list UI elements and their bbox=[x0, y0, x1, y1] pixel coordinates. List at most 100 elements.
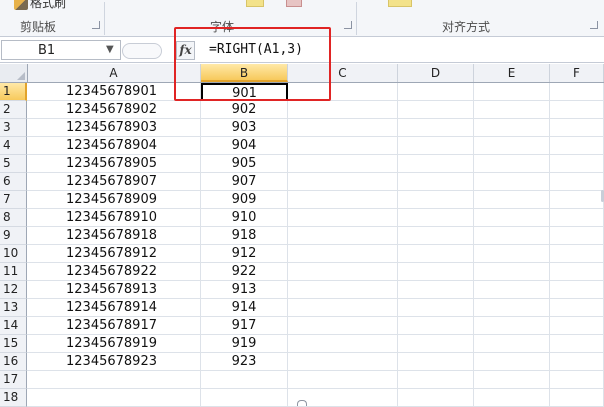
cell-empty[interactable] bbox=[288, 353, 398, 371]
highlight-color-swatch[interactable] bbox=[246, 0, 264, 7]
cell-empty[interactable] bbox=[474, 119, 550, 137]
cell-empty[interactable] bbox=[550, 155, 604, 173]
cell-empty[interactable] bbox=[288, 191, 398, 209]
cell-a[interactable]: 12345678904 bbox=[27, 137, 201, 155]
cell-empty[interactable] bbox=[398, 173, 474, 191]
cell-empty[interactable] bbox=[288, 371, 398, 389]
cell-empty[interactable] bbox=[398, 227, 474, 245]
cell-a[interactable]: 12345678918 bbox=[27, 227, 201, 245]
row-header[interactable]: 18 bbox=[0, 389, 27, 407]
column-header-d[interactable]: D bbox=[398, 64, 474, 82]
cell-empty[interactable] bbox=[474, 173, 550, 191]
chevron-down-icon[interactable]: ▼ bbox=[106, 44, 114, 55]
cell-b[interactable]: 919 bbox=[201, 335, 288, 353]
cell-empty[interactable] bbox=[550, 101, 604, 119]
cell-b[interactable]: 903 bbox=[201, 119, 288, 137]
cell-empty[interactable] bbox=[474, 389, 550, 407]
cell-empty[interactable] bbox=[398, 299, 474, 317]
cell-empty[interactable] bbox=[474, 335, 550, 353]
cell-empty[interactable] bbox=[288, 299, 398, 317]
cell-empty[interactable] bbox=[398, 191, 474, 209]
cell-empty[interactable] bbox=[474, 299, 550, 317]
cell-b[interactable]: 902 bbox=[201, 101, 288, 119]
cell-empty[interactable] bbox=[288, 335, 398, 353]
scroll-handle[interactable] bbox=[297, 400, 307, 406]
cell-empty[interactable] bbox=[398, 317, 474, 335]
row-header[interactable]: 10 bbox=[0, 245, 27, 263]
cell-empty[interactable] bbox=[550, 209, 604, 227]
cell-a[interactable]: 12345678917 bbox=[27, 317, 201, 335]
alignment-launcher-icon[interactable] bbox=[590, 21, 598, 29]
row-header[interactable]: 12 bbox=[0, 281, 27, 299]
cell-a[interactable]: 12345678922 bbox=[27, 263, 201, 281]
cell-empty[interactable] bbox=[474, 263, 550, 281]
row-header[interactable]: 15 bbox=[0, 335, 27, 353]
cell-empty[interactable] bbox=[550, 299, 604, 317]
cell-empty[interactable] bbox=[398, 353, 474, 371]
cell-empty[interactable] bbox=[550, 281, 604, 299]
cell-empty[interactable] bbox=[398, 245, 474, 263]
cell-b[interactable]: 904 bbox=[201, 137, 288, 155]
cell-empty[interactable] bbox=[288, 245, 398, 263]
row-header[interactable]: 7 bbox=[0, 191, 27, 209]
cell-empty[interactable] bbox=[550, 119, 604, 137]
cell-a[interactable] bbox=[27, 389, 201, 407]
cell-empty[interactable] bbox=[550, 389, 604, 407]
cell-empty[interactable] bbox=[398, 263, 474, 281]
cell-empty[interactable] bbox=[474, 191, 550, 209]
font-launcher-icon[interactable] bbox=[344, 21, 352, 29]
cell-empty[interactable] bbox=[550, 371, 604, 389]
row-header[interactable]: 16 bbox=[0, 353, 27, 371]
cell-empty[interactable] bbox=[288, 227, 398, 245]
cell-empty[interactable] bbox=[288, 137, 398, 155]
cell-empty[interactable] bbox=[550, 245, 604, 263]
cell-a[interactable]: 12345678909 bbox=[27, 191, 201, 209]
cell-b[interactable]: 912 bbox=[201, 245, 288, 263]
cell-empty[interactable] bbox=[474, 155, 550, 173]
cell-empty[interactable] bbox=[550, 317, 604, 335]
row-header[interactable]: 17 bbox=[0, 371, 27, 389]
cell-b[interactable]: 917 bbox=[201, 317, 288, 335]
cell-empty[interactable] bbox=[288, 101, 398, 119]
cell-b[interactable]: 913 bbox=[201, 281, 288, 299]
row-header[interactable]: 1 bbox=[0, 83, 27, 101]
cell-b[interactable]: 922 bbox=[201, 263, 288, 281]
cell-empty[interactable] bbox=[398, 335, 474, 353]
wrap-text-button[interactable] bbox=[388, 0, 412, 7]
cell-empty[interactable] bbox=[398, 281, 474, 299]
cell-empty[interactable] bbox=[474, 353, 550, 371]
cell-empty[interactable] bbox=[474, 245, 550, 263]
cell-empty[interactable] bbox=[398, 83, 474, 101]
cell-a[interactable]: 12345678913 bbox=[27, 281, 201, 299]
cell-empty[interactable] bbox=[288, 155, 398, 173]
cell-empty[interactable] bbox=[474, 227, 550, 245]
cell-empty[interactable] bbox=[550, 335, 604, 353]
cell-empty[interactable] bbox=[398, 155, 474, 173]
select-all-button[interactable] bbox=[0, 64, 28, 82]
formula-bar-resize-handle[interactable] bbox=[122, 43, 162, 59]
cell-empty[interactable] bbox=[398, 119, 474, 137]
row-header[interactable]: 11 bbox=[0, 263, 27, 281]
format-painter-button[interactable]: 格式刷 bbox=[14, 0, 66, 11]
cell-a[interactable]: 12345678903 bbox=[27, 119, 201, 137]
cell-empty[interactable] bbox=[398, 101, 474, 119]
cell-a[interactable]: 12345678902 bbox=[27, 101, 201, 119]
cell-b[interactable]: 914 bbox=[201, 299, 288, 317]
cell-empty[interactable] bbox=[474, 137, 550, 155]
cell-empty[interactable] bbox=[288, 119, 398, 137]
row-header[interactable]: 13 bbox=[0, 299, 27, 317]
column-header-f[interactable]: F bbox=[550, 64, 604, 82]
name-box[interactable]: B1 ▼ bbox=[1, 40, 121, 60]
column-header-e[interactable]: E bbox=[474, 64, 550, 82]
cell-empty[interactable] bbox=[398, 389, 474, 407]
cell-a[interactable]: 12345678910 bbox=[27, 209, 201, 227]
cell-a[interactable]: 12345678914 bbox=[27, 299, 201, 317]
cell-empty[interactable] bbox=[550, 173, 604, 191]
cell-a[interactable]: 12345678905 bbox=[27, 155, 201, 173]
row-header[interactable]: 5 bbox=[0, 155, 27, 173]
cell-empty[interactable] bbox=[288, 263, 398, 281]
cell-empty[interactable] bbox=[550, 83, 604, 101]
cell-empty[interactable] bbox=[550, 191, 604, 209]
cell-b[interactable]: 905 bbox=[201, 155, 288, 173]
row-header[interactable]: 4 bbox=[0, 137, 27, 155]
